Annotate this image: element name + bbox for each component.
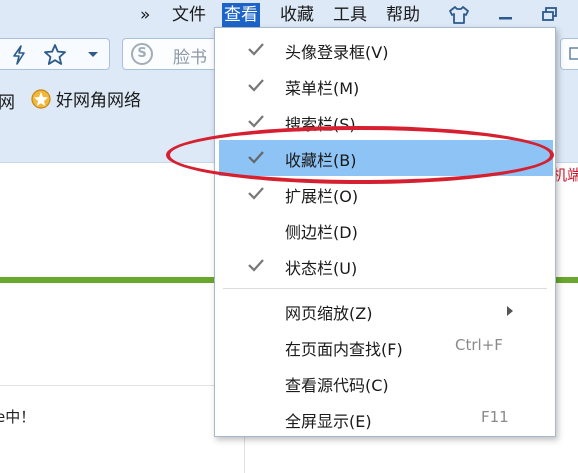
menu-item-label: 扩展栏(O) [285, 187, 359, 206]
submenu-arrow-icon [507, 306, 513, 316]
menu-view[interactable]: 查看 [222, 3, 260, 27]
menu-item-menubar[interactable]: 菜单栏(M) [215, 68, 555, 104]
menu-item-label: 查看源代码(C) [285, 376, 389, 395]
menu-item-label: 状态栏(U) [285, 259, 358, 278]
menu-item-find-in-page[interactable]: 在页面内查找(F) Ctrl+F [215, 329, 555, 365]
menu-item-label: 侧边栏(D) [285, 223, 358, 242]
checkmark-icon [248, 79, 264, 92]
toolbar-right-box[interactable] [560, 38, 578, 70]
menu-file[interactable]: 文件 [170, 3, 208, 27]
content-text-partial: e中！ [0, 408, 36, 426]
menu-item-shortcut: F11 [481, 408, 509, 426]
menu-item-sidebar[interactable]: 侧边栏(D) [215, 212, 555, 248]
minimize-icon[interactable] [496, 6, 516, 24]
annotation-highlight-oval [166, 126, 554, 184]
menu-item-label: 全屏显示(E) [285, 412, 372, 431]
menu-item-statusbar[interactable]: 状态栏(U) [215, 248, 555, 284]
bookmark-site-icon [31, 89, 51, 109]
lightning-icon[interactable] [11, 45, 27, 65]
checkmark-icon [248, 115, 264, 128]
menu-divider [223, 288, 547, 289]
menu-item-label: 在页面内查找(F) [285, 340, 403, 359]
menu-help[interactable]: 帮助 [384, 3, 422, 27]
menu-item-shortcut: Ctrl+F [455, 336, 503, 354]
restore-icon[interactable] [540, 5, 560, 25]
menu-item-label: 网页缩放(Z) [285, 304, 373, 323]
menu-item-zoom[interactable]: 网页缩放(Z) [215, 293, 555, 329]
bookmark-label: 好网角网络 [56, 91, 141, 111]
document-icon [569, 47, 578, 60]
checkmark-icon [248, 187, 264, 200]
menu-item-view-source[interactable]: 查看源代码(C) [215, 365, 555, 401]
menu-item-label: 菜单栏(M) [285, 79, 360, 98]
menu-favorites[interactable]: 收藏 [278, 3, 316, 27]
menu-item-fullscreen[interactable]: 全屏显示(E) F11 [215, 401, 555, 437]
view-dropdown-menu: 头像登录框(V) 菜单栏(M) 搜索栏(S) 收藏栏(B) 扩展栏(O) 侧边栏… [214, 27, 556, 437]
checkmark-icon [248, 259, 264, 272]
search-input[interactable]: S 脸书 [122, 38, 222, 70]
toolbar-button-group [0, 38, 110, 70]
search-engine-logo-icon[interactable]: S [131, 43, 153, 65]
menu-item-label: 头像登录框(V) [285, 43, 389, 62]
favorite-star-icon[interactable] [43, 43, 67, 65]
search-placeholder: 脸书 [173, 48, 207, 68]
content-divider-horizontal [0, 385, 244, 386]
menu-item-avatar-login[interactable]: 头像登录框(V) [215, 32, 555, 68]
more-menus-button[interactable]: » [138, 3, 152, 27]
skin-shirt-icon[interactable] [448, 5, 470, 25]
checkmark-icon [248, 43, 264, 56]
bookmark-partial-label[interactable]: 网 [0, 88, 15, 113]
menu-tools[interactable]: 工具 [331, 3, 369, 27]
chevron-down-icon[interactable] [87, 51, 99, 59]
